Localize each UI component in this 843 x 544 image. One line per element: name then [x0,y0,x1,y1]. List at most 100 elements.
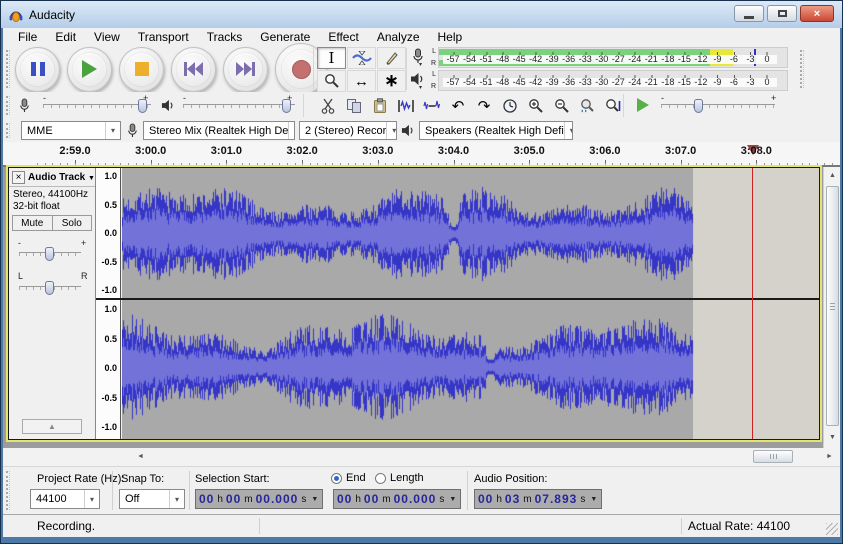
snap-to-select[interactable]: Off ▾ [119,489,185,509]
multi-tool-button[interactable]: ∗ [377,70,406,92]
device-grabber[interactable] [6,123,10,138]
pan-slider-thumb[interactable] [45,281,54,295]
scroll-down-button[interactable]: ▼ [825,430,840,445]
timeline-label: 3:05.0 [514,145,545,157]
waveform-canvas[interactable] [122,168,821,439]
selection-tool-button[interactable]: I [317,47,346,69]
play-at-speed-button[interactable] [637,98,649,112]
scroll-right-button[interactable]: ► [822,449,837,464]
copy-button[interactable] [343,95,366,117]
close-button[interactable]: × [800,5,834,22]
selection-start-field[interactable]: 00h00m00.000s▼ [195,489,323,509]
length-radio[interactable]: Length [375,472,424,484]
selection-grabber[interactable] [6,471,10,510]
title-bar[interactable]: Audacity × [1,1,842,28]
horizontal-scroll-thumb[interactable] [753,450,793,463]
stop-button[interactable] [119,47,164,92]
selection-end-field[interactable]: 00h00m00.000s▼ [333,489,461,509]
zoom-tool-button[interactable] [317,70,346,92]
collapse-track-button[interactable]: ▲ [22,419,82,434]
time-unit: h [217,494,223,505]
waveform-view[interactable] [122,168,819,439]
meter-scale-label: -12 [694,55,707,64]
meter-scale-label: -42 [529,55,542,64]
output-volume-slider[interactable] [183,104,295,108]
gain-slider-thumb[interactable] [45,247,54,261]
silence-audio-button[interactable] [421,95,444,117]
cut-button[interactable] [317,95,340,117]
play-button[interactable] [67,47,112,92]
envelope-tool-button[interactable] [347,47,376,69]
scroll-up-icon: ▲ [829,172,836,179]
recording-channels-select[interactable]: 2 (Stereo) Recor ▾ [299,121,397,140]
chevron-down-icon[interactable]: ▼ [449,496,456,503]
track-title-menu[interactable]: Audio Track ▼ [28,172,95,183]
audio-track[interactable]: × Audio Track ▼ Stereo, 44100Hz 32-bit f… [8,167,820,440]
chevron-down-icon[interactable]: ▼ [590,496,597,503]
speaker-icon [410,71,425,87]
meter-channel-label-left: L [432,71,436,78]
draw-tool-button[interactable] [377,47,406,69]
minimize-button[interactable] [734,5,764,22]
scroll-up-button[interactable]: ▲ [825,168,840,183]
zoom-in-button[interactable] [524,95,547,117]
chevron-down-icon[interactable]: ▼ [311,496,318,503]
output-volume-thumb[interactable] [282,99,291,113]
fit-selection-icon [579,98,597,114]
recording-device-select[interactable]: Stereo Mix (Realtek High De ▾ [143,121,295,140]
playback-device-select[interactable]: Speakers (Realtek High Defi ▾ [419,121,573,140]
meter-scale-label: -18 [661,55,674,64]
play-speed-thumb[interactable] [694,99,703,113]
undo-button[interactable]: ↶ [447,95,470,117]
recording-meter[interactable]: ▾ L R -57-54-51-48-45-42-39-36-33-30-27-… [408,46,796,69]
chevron-down-icon: ▾ [386,122,397,139]
redo-button[interactable]: ↷ [473,95,496,117]
end-radio[interactable]: End [331,472,366,484]
menu-transport[interactable]: Transport [129,30,198,44]
audio-host-select[interactable]: MME ▾ [21,121,121,140]
mixer-grabber[interactable] [6,96,10,115]
fit-project-button[interactable] [602,95,625,117]
audio-position-field[interactable]: 00h03m07.893s▼ [474,489,602,509]
menu-tracks[interactable]: Tracks [198,30,252,44]
pause-button[interactable] [15,47,60,92]
menu-file[interactable]: File [9,30,46,44]
mute-button[interactable]: Mute [13,216,53,230]
pan-slider[interactable] [19,286,81,290]
input-volume-thumb[interactable] [138,99,147,113]
horizontal-scrollbar[interactable]: ◄ ► [3,448,840,466]
time-unit: m [382,494,390,505]
project-rate-select[interactable]: 44100 ▾ [30,489,100,509]
meter-channel-label-right: R [431,60,436,67]
play-speed-slider[interactable] [661,104,775,108]
menu-analyze[interactable]: Analyze [368,30,429,44]
solo-button[interactable]: Solo [53,216,92,230]
gain-slider[interactable] [19,252,81,256]
meter-grabber[interactable] [800,50,804,88]
track-close-button[interactable]: × [12,171,25,184]
menu-edit[interactable]: Edit [46,30,85,44]
skip-to-end-button[interactable] [223,47,268,92]
vertical-scroll-thumb[interactable] [826,186,839,426]
menu-generate[interactable]: Generate [251,30,319,44]
trim-audio-button[interactable] [395,95,418,117]
resize-grip[interactable] [826,523,838,535]
scroll-left-icon: ◄ [137,453,144,460]
playback-meter[interactable]: ▾ L R -57-54-51-48-45-42-39-36-33-30-27-… [408,69,796,92]
skip-to-start-button[interactable] [171,47,216,92]
maximize-button[interactable] [767,5,797,22]
menu-view[interactable]: View [85,30,129,44]
fit-selection-button[interactable] [576,95,599,117]
input-volume-slider[interactable] [43,104,151,108]
paste-button[interactable] [369,95,392,117]
menu-effect[interactable]: Effect [319,30,367,44]
time-shift-tool-button[interactable]: ↔ [347,70,376,92]
vertical-scrollbar[interactable]: ▲ ▼ [823,167,840,448]
scroll-left-button[interactable]: ◄ [133,449,148,464]
zoom-out-button[interactable] [550,95,573,117]
menu-help[interactable]: Help [429,30,472,44]
sync-lock-button[interactable] [498,95,521,117]
timeline-ruler[interactable]: 2:59.03:00.03:01.03:02.03:03.03:04.03:05… [3,142,840,167]
envelope-tool-icon [352,51,372,65]
vertical-ruler[interactable]: 1.00.50.0-0.5-1.0 1.00.50.0-0.5-1.0 [96,168,121,439]
